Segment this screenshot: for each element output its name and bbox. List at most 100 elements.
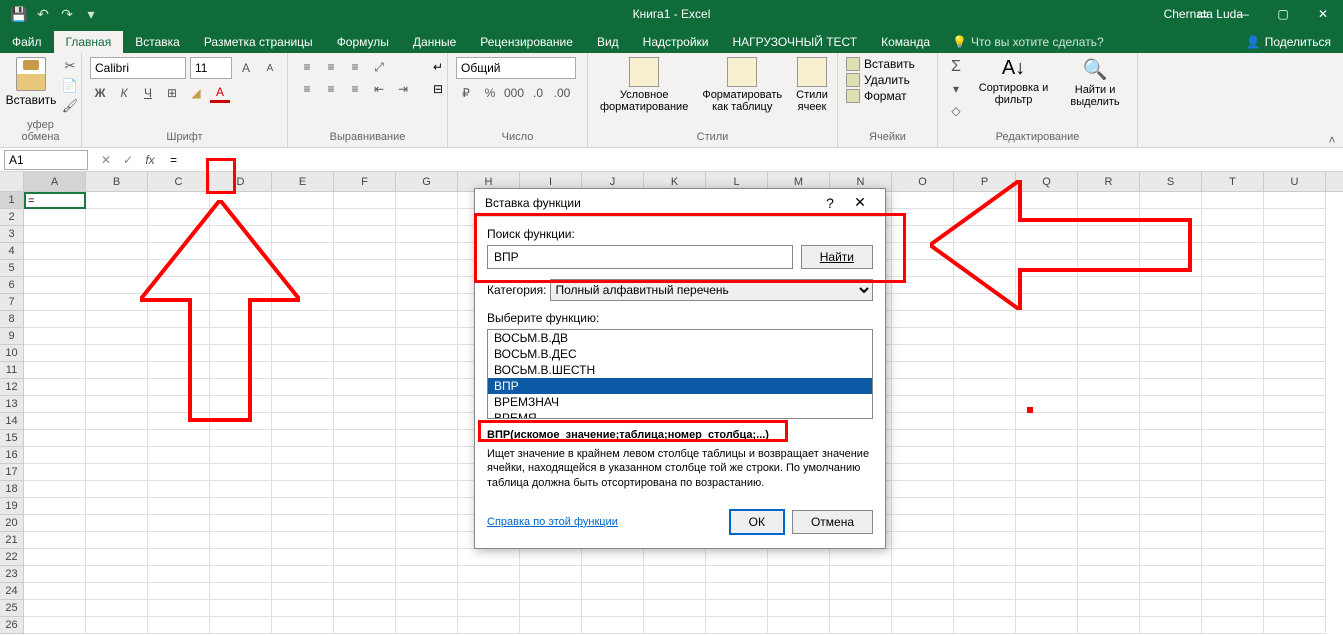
cell[interactable] — [272, 515, 334, 532]
inc-decimal-icon[interactable]: .0 — [528, 83, 548, 103]
cell[interactable] — [954, 617, 1016, 634]
cell[interactable] — [954, 226, 1016, 243]
cell[interactable] — [272, 192, 334, 209]
cell[interactable] — [1016, 515, 1078, 532]
cell[interactable] — [1078, 532, 1140, 549]
cell[interactable] — [210, 192, 272, 209]
col-header[interactable]: S — [1140, 172, 1202, 191]
cell[interactable] — [1202, 362, 1264, 379]
row-header[interactable]: 10 — [0, 345, 24, 362]
cell[interactable] — [1078, 447, 1140, 464]
row-header[interactable]: 3 — [0, 226, 24, 243]
row-header[interactable]: 12 — [0, 379, 24, 396]
cell[interactable] — [520, 549, 582, 566]
close-icon[interactable]: ✕ — [1303, 0, 1343, 28]
cell[interactable] — [1078, 243, 1140, 260]
cell[interactable] — [1078, 396, 1140, 413]
cell[interactable] — [334, 583, 396, 600]
cell[interactable] — [24, 294, 86, 311]
cell[interactable] — [210, 226, 272, 243]
insert-cells-button[interactable]: Вставить — [846, 57, 915, 71]
italic-button[interactable]: К — [114, 83, 134, 103]
align-left-icon[interactable]: ≡ — [296, 79, 318, 99]
cell[interactable] — [148, 396, 210, 413]
cell[interactable] — [272, 328, 334, 345]
cell[interactable] — [892, 192, 954, 209]
function-list-item[interactable]: ВОСЬМ.В.ДЕС — [488, 346, 872, 362]
cell[interactable] — [1016, 192, 1078, 209]
redo-icon[interactable]: ↷ — [56, 3, 78, 25]
cell[interactable] — [396, 515, 458, 532]
cell[interactable] — [1078, 464, 1140, 481]
cell[interactable] — [396, 583, 458, 600]
cell[interactable] — [644, 583, 706, 600]
undo-icon[interactable]: ↶ — [32, 3, 54, 25]
function-list-item[interactable]: ВОСЬМ.В.ШЕСТН — [488, 362, 872, 378]
cell[interactable] — [1016, 430, 1078, 447]
cell[interactable] — [830, 617, 892, 634]
cell[interactable] — [892, 243, 954, 260]
col-header[interactable]: C — [148, 172, 210, 191]
cell[interactable] — [272, 396, 334, 413]
cell[interactable] — [334, 277, 396, 294]
row-header[interactable]: 8 — [0, 311, 24, 328]
cell[interactable] — [210, 600, 272, 617]
cell[interactable] — [1016, 209, 1078, 226]
cell[interactable] — [954, 379, 1016, 396]
col-header[interactable]: T — [1202, 172, 1264, 191]
cell[interactable] — [1264, 396, 1326, 413]
cell[interactable] — [644, 549, 706, 566]
cell[interactable] — [1140, 192, 1202, 209]
cell[interactable] — [892, 209, 954, 226]
tab-home[interactable]: Главная — [54, 31, 124, 53]
cell[interactable] — [148, 260, 210, 277]
cell[interactable] — [86, 549, 148, 566]
cell[interactable] — [86, 532, 148, 549]
cell[interactable] — [334, 617, 396, 634]
cell[interactable] — [892, 311, 954, 328]
cell[interactable] — [892, 515, 954, 532]
cell[interactable] — [334, 311, 396, 328]
cell[interactable] — [86, 260, 148, 277]
cell[interactable] — [396, 464, 458, 481]
cell[interactable] — [210, 583, 272, 600]
enter-formula-icon[interactable]: ✓ — [118, 150, 138, 170]
cell[interactable] — [1016, 311, 1078, 328]
cell[interactable] — [24, 328, 86, 345]
cell[interactable] — [272, 379, 334, 396]
cell[interactable] — [148, 192, 210, 209]
cell[interactable] — [954, 192, 1016, 209]
cell[interactable] — [1140, 549, 1202, 566]
cell[interactable] — [582, 617, 644, 634]
cell[interactable] — [24, 379, 86, 396]
cell[interactable] — [582, 583, 644, 600]
cell[interactable] — [892, 294, 954, 311]
cell[interactable] — [1016, 498, 1078, 515]
cell[interactable] — [86, 498, 148, 515]
cell[interactable] — [272, 277, 334, 294]
cell[interactable] — [210, 345, 272, 362]
cell[interactable] — [1202, 447, 1264, 464]
cell[interactable] — [148, 294, 210, 311]
cell[interactable] — [148, 328, 210, 345]
cell[interactable] — [210, 277, 272, 294]
cell[interactable] — [148, 481, 210, 498]
cell[interactable] — [210, 379, 272, 396]
cell[interactable] — [334, 430, 396, 447]
cell[interactable] — [334, 498, 396, 515]
cell[interactable] — [644, 617, 706, 634]
indent-dec-icon[interactable]: ⇤ — [368, 79, 390, 99]
cell[interactable] — [272, 447, 334, 464]
row-header[interactable]: 7 — [0, 294, 24, 311]
format-as-table-button[interactable]: Форматировать как таблицу — [698, 57, 786, 113]
cell[interactable] — [1264, 226, 1326, 243]
cell[interactable] — [1140, 362, 1202, 379]
cell[interactable] — [24, 430, 86, 447]
cell[interactable] — [1140, 396, 1202, 413]
cell[interactable] — [272, 226, 334, 243]
cell[interactable] — [334, 566, 396, 583]
cell[interactable] — [892, 617, 954, 634]
cell[interactable] — [1078, 549, 1140, 566]
ribbon-options-icon[interactable]: ▭ — [1183, 0, 1223, 28]
cell[interactable] — [210, 617, 272, 634]
